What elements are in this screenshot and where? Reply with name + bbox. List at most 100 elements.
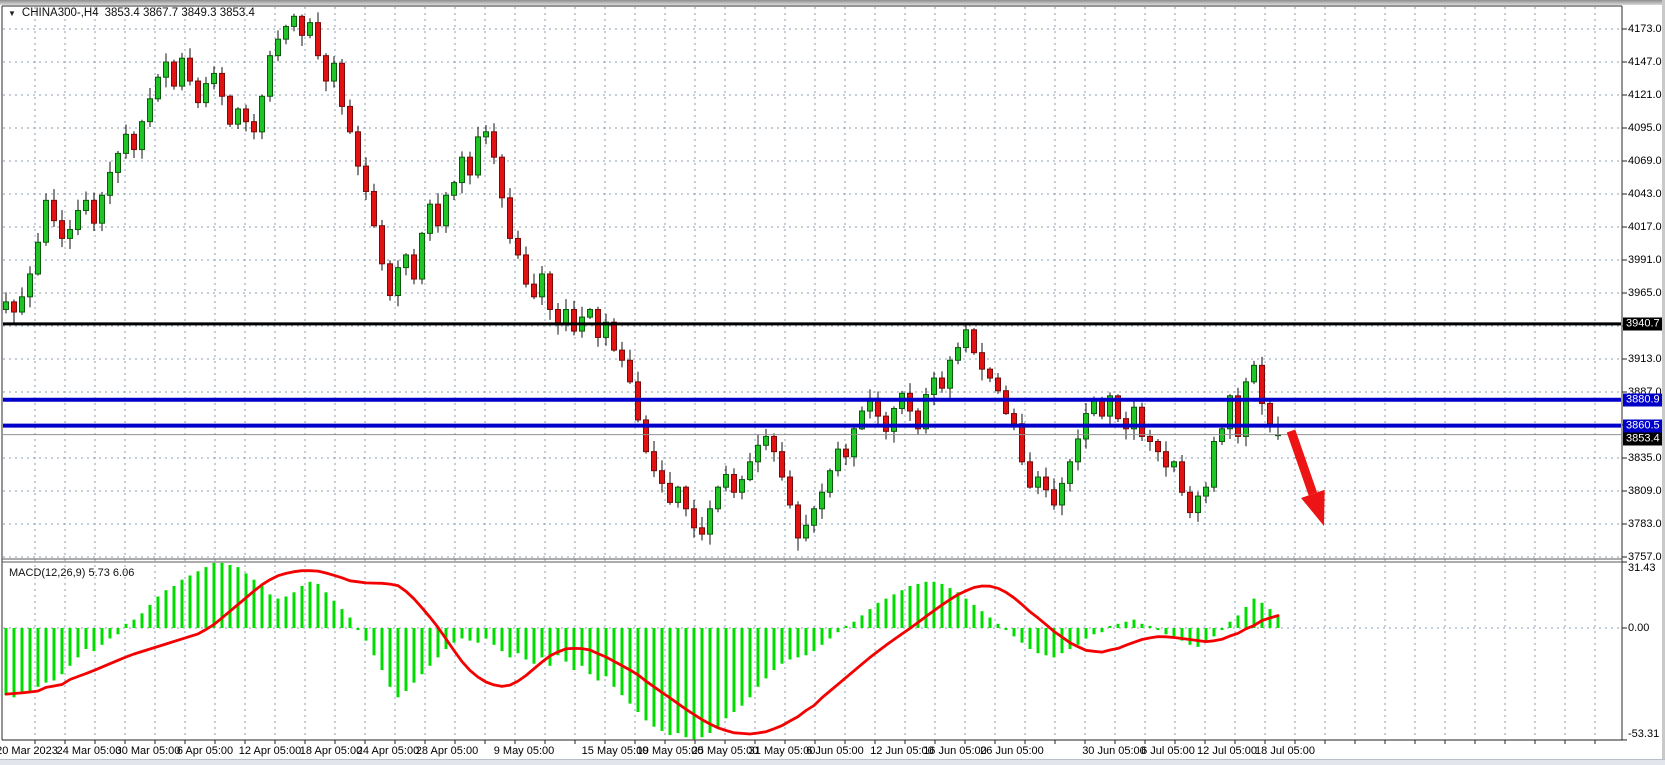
macd-histogram-bar — [565, 628, 568, 662]
macd-histogram-bar — [837, 628, 840, 632]
candle-down — [1148, 436, 1153, 441]
macd-histogram-bar — [373, 628, 376, 655]
macd-histogram-bar — [789, 628, 792, 660]
price-tag-3880.9[interactable]: 3880.9 — [1623, 393, 1664, 406]
candle-up — [588, 310, 593, 318]
price-tag-3860.5[interactable]: 3860.5 — [1623, 419, 1664, 432]
macd-histogram-bar — [1141, 624, 1144, 628]
macd-histogram-bar — [677, 628, 680, 733]
macd-histogram-bar — [213, 563, 216, 628]
time-axis-label: 24 Apr 05:00 — [357, 745, 419, 757]
macd-histogram-bar — [1101, 628, 1104, 632]
macd-histogram-bar — [477, 628, 480, 643]
macd-histogram-bar — [717, 628, 720, 727]
candle-down — [532, 284, 537, 297]
macd-histogram-bar — [301, 586, 304, 628]
candle-down — [524, 255, 529, 284]
price-tag-3940.7[interactable]: 3940.7 — [1623, 317, 1664, 330]
candle-up — [1212, 442, 1217, 488]
window-top-edge — [0, 0, 1665, 5]
candle-down — [692, 509, 697, 528]
candle-up — [484, 132, 489, 137]
macd-histogram-bar — [125, 624, 128, 628]
macd-histogram-bar — [693, 628, 696, 739]
macd-histogram-bar — [253, 580, 256, 628]
macd-histogram-bar — [269, 594, 272, 628]
price-tag-3853.4[interactable]: 3853.4 — [1623, 433, 1664, 446]
macd-histogram-bar — [765, 628, 768, 678]
macd-histogram-bar — [805, 628, 808, 655]
candle-down — [1020, 424, 1025, 462]
candle-down — [612, 322, 617, 350]
candle-down — [52, 200, 57, 220]
candle-up — [1076, 439, 1081, 462]
time-axis-label: 6 Apr 05:00 — [177, 745, 233, 757]
candle-up — [1060, 483, 1065, 505]
candle-down — [796, 505, 801, 538]
macd-histogram-bar — [1005, 628, 1008, 630]
time-axis-label: 9 May 05:00 — [494, 745, 555, 757]
macd-histogram-bar — [869, 609, 872, 628]
macd-histogram-bar — [325, 592, 328, 628]
candle-down — [1100, 401, 1105, 416]
trend-arrow-shaft[interactable] — [1291, 431, 1313, 494]
macd-histogram-bar — [429, 628, 432, 666]
macd-histogram-bar — [485, 628, 488, 639]
macd-histogram-bar — [661, 628, 664, 731]
macd-histogram-bar — [1173, 628, 1176, 636]
macd-histogram-bar — [1045, 628, 1048, 655]
candle-up — [740, 480, 745, 493]
candle-up — [756, 445, 761, 462]
macd-histogram-bar — [973, 605, 976, 628]
macd-histogram-bar — [581, 628, 584, 666]
candle-down — [1052, 490, 1057, 505]
macd-histogram-bar — [333, 601, 336, 628]
candle-down — [1140, 407, 1145, 436]
candle-up — [396, 268, 401, 296]
macd-histogram-bar — [469, 628, 472, 641]
macd-histogram-bar — [53, 628, 56, 681]
macd-histogram-bar — [549, 628, 552, 666]
symbol-dropdown-icon[interactable]: ▼ — [8, 9, 16, 18]
candle-up — [84, 200, 89, 210]
candle-down — [1012, 414, 1017, 424]
candle-up — [428, 204, 433, 233]
candle-up — [420, 233, 425, 279]
macd-histogram-bar — [509, 628, 512, 657]
candle-down — [980, 353, 985, 370]
trend-arrow-head[interactable] — [1301, 490, 1325, 526]
candle-up — [1244, 382, 1249, 437]
macd-histogram-bar — [261, 586, 264, 628]
candle-up — [292, 16, 297, 26]
candle-down — [468, 157, 473, 175]
candle-down — [1004, 391, 1009, 414]
candle-down — [412, 255, 417, 279]
macd-histogram-bar — [85, 628, 88, 649]
macd-histogram-bar — [109, 628, 112, 639]
candle-down — [388, 264, 393, 296]
macd-histogram-bar — [5, 628, 8, 695]
candle-down — [1260, 365, 1265, 403]
price-axis-label: 4069.0 — [1628, 155, 1662, 167]
candle-up — [1196, 496, 1201, 512]
candle-up — [204, 84, 209, 103]
candle-up — [676, 487, 681, 502]
chart-canvas[interactable] — [0, 0, 1665, 765]
price-axis-label: 4043.0 — [1628, 188, 1662, 200]
price-axis-label: 3913.0 — [1628, 353, 1662, 365]
macd-histogram-bar — [1197, 628, 1200, 647]
macd-histogram-bar — [181, 580, 184, 628]
macd-histogram-bar — [1149, 626, 1152, 628]
candle-up — [1220, 429, 1225, 442]
macd-histogram-bar — [165, 590, 168, 628]
macd-histogram-bar — [1077, 628, 1080, 645]
macd-histogram-bar — [61, 628, 64, 674]
candle-down — [92, 200, 97, 223]
macd-histogram-bar — [1021, 628, 1024, 643]
candle-up — [100, 195, 105, 223]
macd-histogram-bar — [813, 628, 816, 651]
candle-up — [116, 153, 121, 172]
macd-histogram-bar — [413, 628, 416, 683]
candle-up — [804, 525, 809, 538]
candle-up — [892, 409, 897, 432]
